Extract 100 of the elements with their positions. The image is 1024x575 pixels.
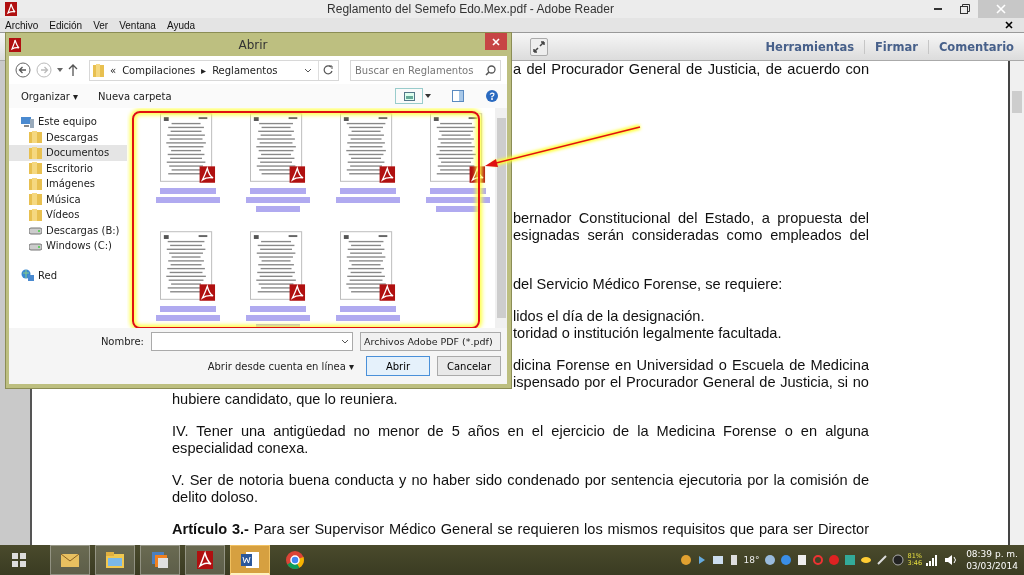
nav-item[interactable]: Windows (C:) xyxy=(9,238,127,254)
network-icon xyxy=(21,269,34,282)
document-text: a del Procurador General de Justicia, de acuerdo con xyxy=(513,61,869,78)
document-text: ispensado por el Procurador General de Justicia, si no xyxy=(513,374,869,391)
document-text: IV. Tener una antigüedad no menor de 5 años en el ejercicio de la Medicina Forense o en alguna xyxy=(172,423,869,440)
view-button[interactable] xyxy=(395,88,423,104)
document-text: lidos el día de la designación. xyxy=(513,308,706,325)
document-text: Artículo 3.- Para ser Supervisor Médico General se requieren los mismos requisitos que para ser Director xyxy=(172,521,869,538)
nav-item[interactable]: Descargas xyxy=(9,129,127,145)
full-screen-button[interactable] xyxy=(530,37,548,56)
document-text: delito doloso. xyxy=(172,489,259,506)
search-icon xyxy=(485,64,496,76)
adobe-reader-icon xyxy=(9,37,21,52)
document-thumbnail[interactable] xyxy=(160,230,216,302)
blurred-filename xyxy=(336,188,400,203)
document-thumbnail[interactable] xyxy=(160,112,216,184)
menu-item[interactable]: Ayuda xyxy=(166,19,196,31)
square-icon[interactable] xyxy=(843,554,856,566)
caret-icon[interactable] xyxy=(425,94,431,98)
breadcrumb[interactable]: « xyxy=(110,64,117,76)
document-thumbnail[interactable] xyxy=(340,230,396,302)
time-text: 08:39 p. m. xyxy=(966,548,1018,560)
document-text: esignadas serán consideradas como empleados del xyxy=(513,227,869,244)
menu-item[interactable]: Archivo xyxy=(5,19,39,31)
cancel-button[interactable]: Cancelar xyxy=(437,356,501,376)
nav-item[interactable]: Documentos xyxy=(9,145,127,161)
circle-icon[interactable] xyxy=(891,554,904,566)
blurred-filename xyxy=(156,188,220,203)
blurred-filename xyxy=(246,306,310,328)
command-button[interactable]: Nueva carpeta xyxy=(98,90,172,102)
scrollbar[interactable] xyxy=(1008,61,1024,545)
breadcrumb[interactable]: ▸ xyxy=(201,64,207,76)
document-thumbnail[interactable] xyxy=(250,112,306,184)
breadcrumb[interactable]: Compilaciones xyxy=(122,64,196,76)
search-field[interactable]: Buscar en Reglamentos xyxy=(350,59,501,81)
field-label: Nombre: xyxy=(100,336,144,347)
temperature-text: 18° xyxy=(743,555,760,565)
chrome-browser-icon xyxy=(284,549,306,571)
address-bar[interactable]: « Compilaciones ▸ Reglamentos xyxy=(89,59,339,81)
breadcrumb[interactable]: Reglamentos xyxy=(212,64,278,76)
folder-icon xyxy=(29,177,42,190)
document-thumbnail[interactable] xyxy=(340,112,396,184)
window-icon[interactable] xyxy=(711,554,724,566)
pen-icon[interactable] xyxy=(875,554,888,566)
file-type-dropdown[interactable]: Archivos Adobe PDF (*.pdf) xyxy=(360,332,501,351)
online-open-button[interactable]: Abrir desde cuenta en línea ▾ xyxy=(207,360,354,372)
expand-icon xyxy=(533,40,545,53)
date-text: 03/03/2014 xyxy=(966,560,1018,572)
folder-icon xyxy=(29,131,42,144)
restore-icon xyxy=(959,4,970,14)
caret-icon[interactable] xyxy=(57,68,63,72)
toolbar-link[interactable]: Herramientas xyxy=(755,39,864,54)
nav-item[interactable]: Música xyxy=(9,191,127,207)
help-icon[interactable] xyxy=(485,89,499,103)
adobe-reader-icon xyxy=(5,2,17,16)
taskbar-button[interactable] xyxy=(230,545,270,575)
menu-item[interactable]: Ver xyxy=(93,19,109,31)
stacked-squares-icon xyxy=(149,549,171,571)
nav-item[interactable]: Este equipo xyxy=(9,114,127,130)
toolbar-link[interactable]: Firmar xyxy=(864,39,928,54)
folder-icon xyxy=(93,63,104,77)
picture-view-icon xyxy=(403,91,415,101)
nav-item[interactable]: Imágenes xyxy=(9,176,127,192)
folder-icon xyxy=(29,162,42,175)
folder-icon xyxy=(29,193,42,206)
adobe-reader-icon xyxy=(194,549,216,571)
nav-item[interactable]: Vídeos xyxy=(9,207,127,223)
circle-icon[interactable] xyxy=(679,554,692,566)
open-button[interactable]: Abrir xyxy=(366,356,430,376)
document-text: V. Ser de notoria buena conducta y no haber sido condenado por sentencia ejecutoria por la comisión de xyxy=(172,472,869,489)
menu-item[interactable]: Edición xyxy=(49,19,83,31)
folder-icon xyxy=(29,146,42,159)
speaker-icon[interactable] xyxy=(944,554,959,566)
circle-icon[interactable] xyxy=(763,554,776,566)
clock[interactable]: 08:39 p. m. 03/03/2014 xyxy=(966,548,1018,572)
scrollbar[interactable] xyxy=(495,108,507,328)
window-title: Reglamento del Semefo Edo.Mex.pdf - Adobe Reader xyxy=(326,2,615,16)
nav-item[interactable]: Descargas (B:) xyxy=(9,222,127,238)
toolbar-link[interactable]: Comentario xyxy=(927,39,1024,54)
disc-icon[interactable] xyxy=(859,554,872,566)
document-thumbnail[interactable] xyxy=(250,230,306,302)
document-text: especialidad conexa. xyxy=(172,440,310,457)
up-arrow-icon[interactable] xyxy=(68,64,78,76)
chevron-down-icon[interactable] xyxy=(304,67,312,73)
close-icon[interactable] xyxy=(1005,21,1013,29)
command-button[interactable]: Organizar ▾ xyxy=(21,90,79,102)
document-text: bernador Constitucional del Estado, a propuesta del xyxy=(513,210,869,227)
nav-item[interactable]: Red xyxy=(9,267,127,283)
calendar-icon[interactable] xyxy=(795,554,808,566)
menu-item[interactable]: Ventana xyxy=(119,19,156,31)
minimize-icon xyxy=(933,8,942,10)
nav-item[interactable]: Escritorio xyxy=(9,160,127,176)
file-name-field[interactable] xyxy=(151,332,353,351)
document-text: del Servicio Médico Forense, se requiere: xyxy=(513,276,784,293)
document-text: dicina Forense en Universidad o Escuela de Medicina xyxy=(513,357,869,374)
close-button[interactable] xyxy=(485,33,507,50)
document-thumbnail[interactable] xyxy=(430,112,486,184)
computer-icon xyxy=(21,115,34,128)
blurred-filename xyxy=(246,188,310,212)
preview-pane-icon[interactable] xyxy=(451,89,465,103)
